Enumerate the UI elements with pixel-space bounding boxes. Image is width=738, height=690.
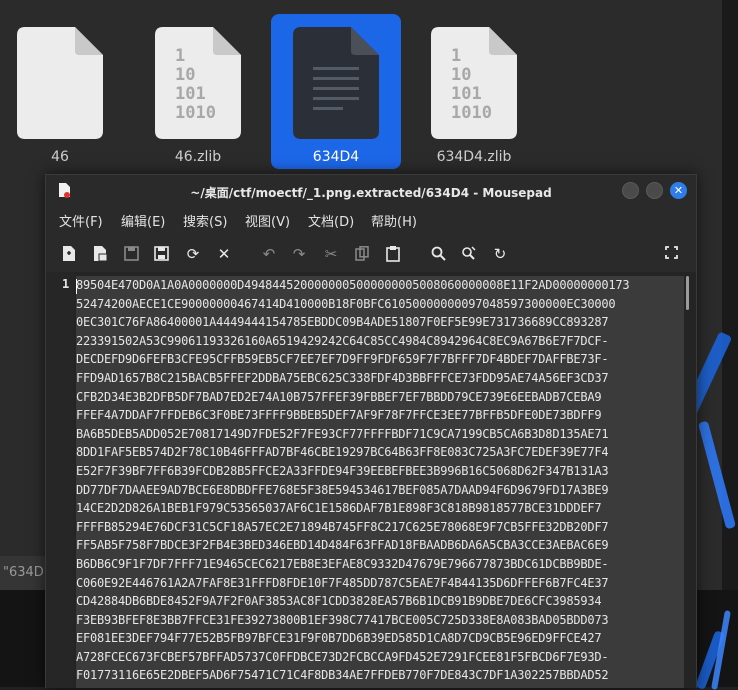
file-item[interactable]: 46: [0, 14, 125, 169]
text-line: B6DB6C9F1F7DF7FFF71E9465CEC6217EB8E3EFAE…: [76, 554, 684, 574]
text-line: 14CE2D2D826A1BEB1F979C53565037AF6C1E1586…: [76, 499, 684, 518]
text-line: FF5AB5F758F7BDCE3F2FB4E3BED346EBD14D484F…: [76, 536, 684, 555]
text-line: A728FCEC673FCBEF57BFFAD5737C0FFDBCE73D2F…: [76, 647, 684, 667]
line-number-gutter: 1: [46, 272, 74, 688]
vertical-scrollbar[interactable]: [686, 276, 689, 310]
text-line: EF081EE3DEF794F77E52B5FB97BFCE31F9F0B7DD…: [76, 629, 684, 648]
goto-icon[interactable]: ↻: [489, 243, 511, 265]
text-line: E52F7F39BF7FF6B39FCDB28B5FFCE2A33FFDE94F…: [76, 461, 684, 481]
text-line: 89504E470D0A1A0A0000000D4948445200000005…: [76, 276, 684, 295]
file-item[interactable]: 1 10 101 1010 46.zlib: [133, 14, 263, 169]
text-line: FFD9AD1657B8C215BACB5FFEF2DDBA75EBC625C3…: [76, 368, 684, 388]
menu-help[interactable]: 帮助(H): [371, 211, 417, 230]
text-line: F3EB93BFEF8E3BB7FFCE31FE39273800B1EF398C…: [76, 610, 684, 630]
file-item[interactable]: 1 10 101 1010 634D4.zlib: [409, 14, 539, 169]
redo-icon[interactable]: ↷: [288, 243, 310, 265]
save-icon[interactable]: [120, 243, 142, 265]
close-window-button[interactable]: ✕: [670, 182, 687, 199]
text-line: CFB2D34E3B2DFB5DF7BAD7ED2E74A10B757FFEF3…: [76, 387, 684, 407]
replace-icon[interactable]: [457, 243, 479, 265]
minimize-button[interactable]: [622, 182, 639, 199]
cut-icon[interactable]: ✂: [320, 243, 342, 265]
text-line: 223391502A53C99061193326160A6519429242C6…: [76, 331, 684, 351]
paste-icon[interactable]: [382, 243, 404, 265]
file-name: 46.zlib: [174, 149, 222, 165]
line-number: 1: [62, 277, 70, 291]
title-bar[interactable]: ~/桌面/ctf/moectf/_1.png.extracted/634D4 -…: [46, 175, 696, 207]
maximize-button[interactable]: [646, 182, 663, 199]
file-name: 634D4.zlib: [436, 149, 512, 165]
text-line: DD77DF7DAAEE9AD7BCE6E8DBDFFE768E5F38E594…: [76, 480, 684, 500]
menu-bar: 文件(F) 编辑(E) 搜索(S) 视图(V) 文档(D) 帮助(H): [46, 207, 696, 233]
toolbar: ⟳ ✕ ↶ ↷ ✂ ↻: [46, 237, 696, 271]
menu-file[interactable]: 文件(F): [59, 211, 103, 230]
menu-view[interactable]: 视图(V): [245, 211, 290, 230]
file-name: 634D4: [312, 149, 360, 165]
menu-document[interactable]: 文档(D): [308, 211, 354, 230]
new-document-icon[interactable]: [58, 243, 80, 265]
undo-icon[interactable]: ↶: [258, 243, 280, 265]
text-line: C060E92E446761A2A7FAF8E31FFFD8FDE10F7F48…: [76, 573, 684, 593]
document-blank-icon: [17, 27, 103, 139]
text-line: DECDEFD9D6FEFB3CFE95CFFB59EB5CF7EE7EF7D9…: [76, 350, 684, 369]
text-line: F01773116E65E2DBEF5AD6F75471C71C4F8DB34A…: [76, 666, 684, 686]
fullscreen-icon[interactable]: [660, 243, 682, 265]
window-title: ~/桌面/ctf/moectf/_1.png.extracted/634D4 -…: [190, 186, 552, 200]
text-line: FFFFB85294E76DCF31C5CF18A57EC2E71894B745…: [76, 517, 684, 537]
binary-glyph: 1 10 101 1010: [175, 46, 216, 123]
status-text: "634D: [3, 565, 44, 580]
text-document-icon: [293, 27, 379, 139]
menu-edit[interactable]: 编辑(E): [121, 211, 165, 230]
save-as-icon[interactable]: [150, 243, 172, 265]
text-editor[interactable]: 1 89504E470D0A1A0A0000000D49484452000000…: [46, 272, 696, 688]
close-icon[interactable]: ✕: [213, 243, 235, 265]
text-line: 8DD1FAF5EB574D2F78C10B46FFFAD7BF46CBE192…: [76, 443, 684, 462]
file-name: 46: [51, 149, 69, 165]
text-content[interactable]: 89504E470D0A1A0A0000000D4948445200000005…: [76, 276, 684, 688]
text-line: 0EC301C76FA86400001A4449444154785EBDDC09…: [76, 313, 684, 332]
text-cursor: [76, 279, 77, 294]
menu-search[interactable]: 搜索(S): [183, 211, 227, 230]
new-window-icon[interactable]: [89, 243, 111, 265]
mousepad-window: ~/桌面/ctf/moectf/_1.png.extracted/634D4 -…: [45, 174, 697, 688]
copy-icon[interactable]: [351, 243, 373, 265]
reload-icon[interactable]: ⟳: [182, 243, 204, 265]
search-icon[interactable]: [427, 243, 449, 265]
file-item-selected[interactable]: 634D4: [271, 14, 401, 169]
text-line: CD42884DB6BDE8452F9A7F2F0AF3853AC8F1CDD3…: [76, 592, 684, 611]
text-line: 52474200AECE1CE90000000467414D410000B18F…: [76, 294, 684, 314]
binary-glyph: 1 10 101 1010: [451, 46, 492, 123]
text-line: FFEF4A7DDAF7FFDEB6C3F0BE73FFFF9BBEB5DEF7…: [76, 406, 684, 425]
text-line: BA6B5DEB5ADD052E70817149D7FDE52F7FE93CF7…: [76, 424, 684, 444]
